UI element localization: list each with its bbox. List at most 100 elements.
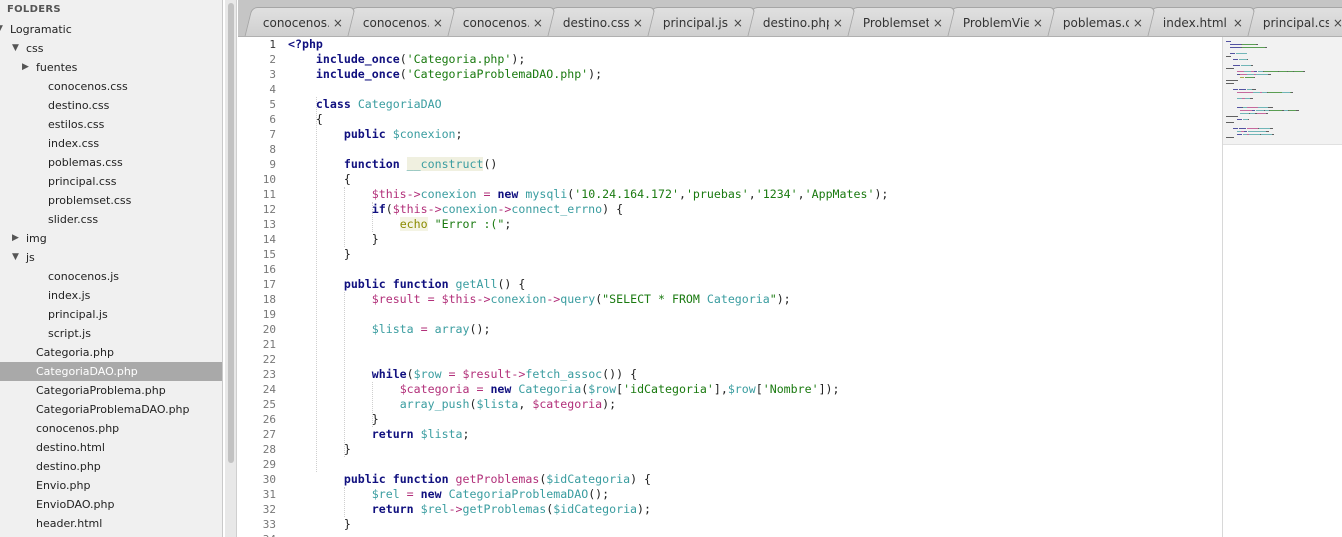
close-icon[interactable]: × <box>1133 16 1143 30</box>
code-line[interactable] <box>288 262 1222 277</box>
close-icon[interactable]: × <box>633 16 643 30</box>
code-line[interactable]: return $lista; <box>288 427 1222 442</box>
editor-tab[interactable]: poblemas.css × <box>1044 7 1156 36</box>
editor-tab[interactable]: conocenos.c × <box>344 7 456 36</box>
code-line[interactable]: } <box>288 247 1222 262</box>
sidebar-file[interactable]: problemset.css <box>0 191 222 210</box>
code-line[interactable]: public function getProblemas($idCategori… <box>288 472 1222 487</box>
sidebar-file[interactable]: estilos.css <box>0 115 222 134</box>
code-line[interactable]: echo "Error :("; <box>288 217 1222 232</box>
code-line[interactable]: } <box>288 232 1222 247</box>
sidebar-file[interactable]: destino.php <box>0 457 222 476</box>
code-line[interactable]: $rel = new CategoriaProblemaDAO(); <box>288 487 1222 502</box>
code-line[interactable] <box>288 457 1222 472</box>
code-line[interactable]: } <box>288 412 1222 427</box>
disclosure-down-icon[interactable]: ▼ <box>12 248 19 267</box>
sidebar-file[interactable]: destino.css <box>0 96 222 115</box>
code-line[interactable]: } <box>288 442 1222 457</box>
code-line[interactable]: class CategoriaDAO <box>288 97 1222 112</box>
sidebar-file[interactable]: header.html <box>0 514 222 533</box>
code-token: "SELECT * FROM <box>602 292 707 306</box>
code-line[interactable]: $lista = array(); <box>288 322 1222 337</box>
code-area[interactable]: <?php include_once('Categoria.php'); inc… <box>288 37 1222 537</box>
sidebar-file[interactable]: CategoriaProblemaDAO.php <box>0 400 222 419</box>
close-icon[interactable]: × <box>833 16 843 30</box>
code-line[interactable] <box>288 82 1222 97</box>
editor-tab[interactable]: destino.css × <box>544 7 656 36</box>
code-line[interactable]: include_once('Categoria.php'); <box>288 52 1222 67</box>
editor-tab[interactable]: principal.css × <box>1244 7 1342 36</box>
sidebar-item-label: destino.php <box>36 460 101 473</box>
code-line[interactable] <box>288 307 1222 322</box>
code-line[interactable]: if($this->conexion->connect_errno) { <box>288 202 1222 217</box>
sidebar-file[interactable]: poblemas.css <box>0 153 222 172</box>
code-editor[interactable]: 1 2 3 4 5 6 7 8 9 10 11 12 13 14 15 16 17 18 19 20 21 22 23 24 2… <box>238 37 1222 537</box>
sidebar-folder[interactable]: ▼ css <box>0 39 222 58</box>
sidebar-file[interactable]: index.js <box>0 286 222 305</box>
close-icon[interactable]: × <box>1233 16 1243 30</box>
code-line[interactable]: $this->conexion = new mysqli('10.24.164.… <box>288 187 1222 202</box>
close-icon[interactable]: × <box>1033 16 1043 30</box>
editor-tab[interactable]: conocenos.p × <box>244 7 356 36</box>
close-icon[interactable]: × <box>933 16 943 30</box>
sidebar-file[interactable]: principal.css <box>0 172 222 191</box>
disclosure-right-icon[interactable]: ▶ <box>22 58 29 77</box>
code-line[interactable]: return $rel->getProblemas($idCategoria); <box>288 502 1222 517</box>
sidebar-folder[interactable]: ▼ js <box>0 248 222 267</box>
sidebar-file[interactable]: Envio.php <box>0 476 222 495</box>
editor-tab[interactable]: ProblemView × <box>944 7 1056 36</box>
sidebar-file[interactable]: conocenos.css <box>0 77 222 96</box>
editor-tab[interactable]: index.html × <box>1144 7 1256 36</box>
code-line[interactable]: $result = $this->conexion->query("SELECT… <box>288 292 1222 307</box>
code-line[interactable]: array_push($lista, $categoria); <box>288 397 1222 412</box>
sidebar-folder[interactable]: ▶ fuentes <box>0 58 222 77</box>
sidebar-folder[interactable]: ▼ Logramatic <box>0 20 222 39</box>
sidebar-file[interactable]: conocenos.php <box>0 419 222 438</box>
sidebar-file[interactable]: EnvioDAO.php <box>0 495 222 514</box>
sidebar-file[interactable]: Categoria.php <box>0 343 222 362</box>
editor-tab[interactable]: destino.php × <box>744 7 856 36</box>
sidebar-scrollbar-thumb[interactable] <box>228 3 234 463</box>
code-line[interactable]: $categoria = new Categoria($row['idCateg… <box>288 382 1222 397</box>
sidebar-file[interactable]: slider.css <box>0 210 222 229</box>
sidebar-file[interactable]: index.css <box>0 134 222 153</box>
code-token: $this <box>441 292 477 306</box>
close-icon[interactable]: × <box>733 16 743 30</box>
close-icon[interactable]: × <box>433 16 443 30</box>
code-line[interactable]: } <box>288 517 1222 532</box>
code-token: } <box>288 517 351 531</box>
close-icon[interactable]: × <box>533 16 543 30</box>
code-line[interactable]: <?php <box>288 37 1222 52</box>
code-line[interactable] <box>288 532 1222 537</box>
code-line[interactable] <box>288 337 1222 352</box>
sidebar-file[interactable]: CategoriaDAO.php <box>0 362 222 381</box>
code-line[interactable]: function __construct() <box>288 157 1222 172</box>
sidebar-file[interactable]: CategoriaProblema.php <box>0 381 222 400</box>
sidebar-file[interactable]: destino.html <box>0 438 222 457</box>
code-line[interactable]: public $conexion; <box>288 127 1222 142</box>
close-icon[interactable]: × <box>333 16 343 30</box>
code-line[interactable]: public function getAll() { <box>288 277 1222 292</box>
sidebar-item-label: header.html <box>36 517 103 530</box>
code-line[interactable]: { <box>288 172 1222 187</box>
close-icon[interactable]: × <box>1333 16 1342 30</box>
code-line[interactable]: include_once('CategoriaProblemaDAO.php')… <box>288 67 1222 82</box>
editor-tab[interactable]: Problemset.p × <box>844 7 956 36</box>
code-line[interactable] <box>288 352 1222 367</box>
disclosure-down-icon[interactable]: ▼ <box>12 39 19 58</box>
code-line[interactable]: while($row = $result->fetch_assoc()) { <box>288 367 1222 382</box>
sidebar-file[interactable]: principal.js <box>0 305 222 324</box>
code-line[interactable] <box>288 142 1222 157</box>
sidebar-folder[interactable]: ▶ img <box>0 229 222 248</box>
minimap[interactable] <box>1222 37 1342 537</box>
sidebar-file[interactable]: conocenos.js <box>0 267 222 286</box>
minimap-line <box>1226 116 1238 117</box>
editor-tab[interactable]: principal.js × <box>644 7 756 36</box>
editor-tab[interactable]: conocenos.js × <box>444 7 556 36</box>
code-line[interactable]: { <box>288 112 1222 127</box>
sidebar-scrollbar[interactable] <box>225 0 237 537</box>
disclosure-right-icon[interactable]: ▶ <box>12 229 19 248</box>
disclosure-down-icon[interactable]: ▼ <box>0 20 3 39</box>
minimap-line <box>1270 110 1282 111</box>
sidebar-file[interactable]: script.js <box>0 324 222 343</box>
